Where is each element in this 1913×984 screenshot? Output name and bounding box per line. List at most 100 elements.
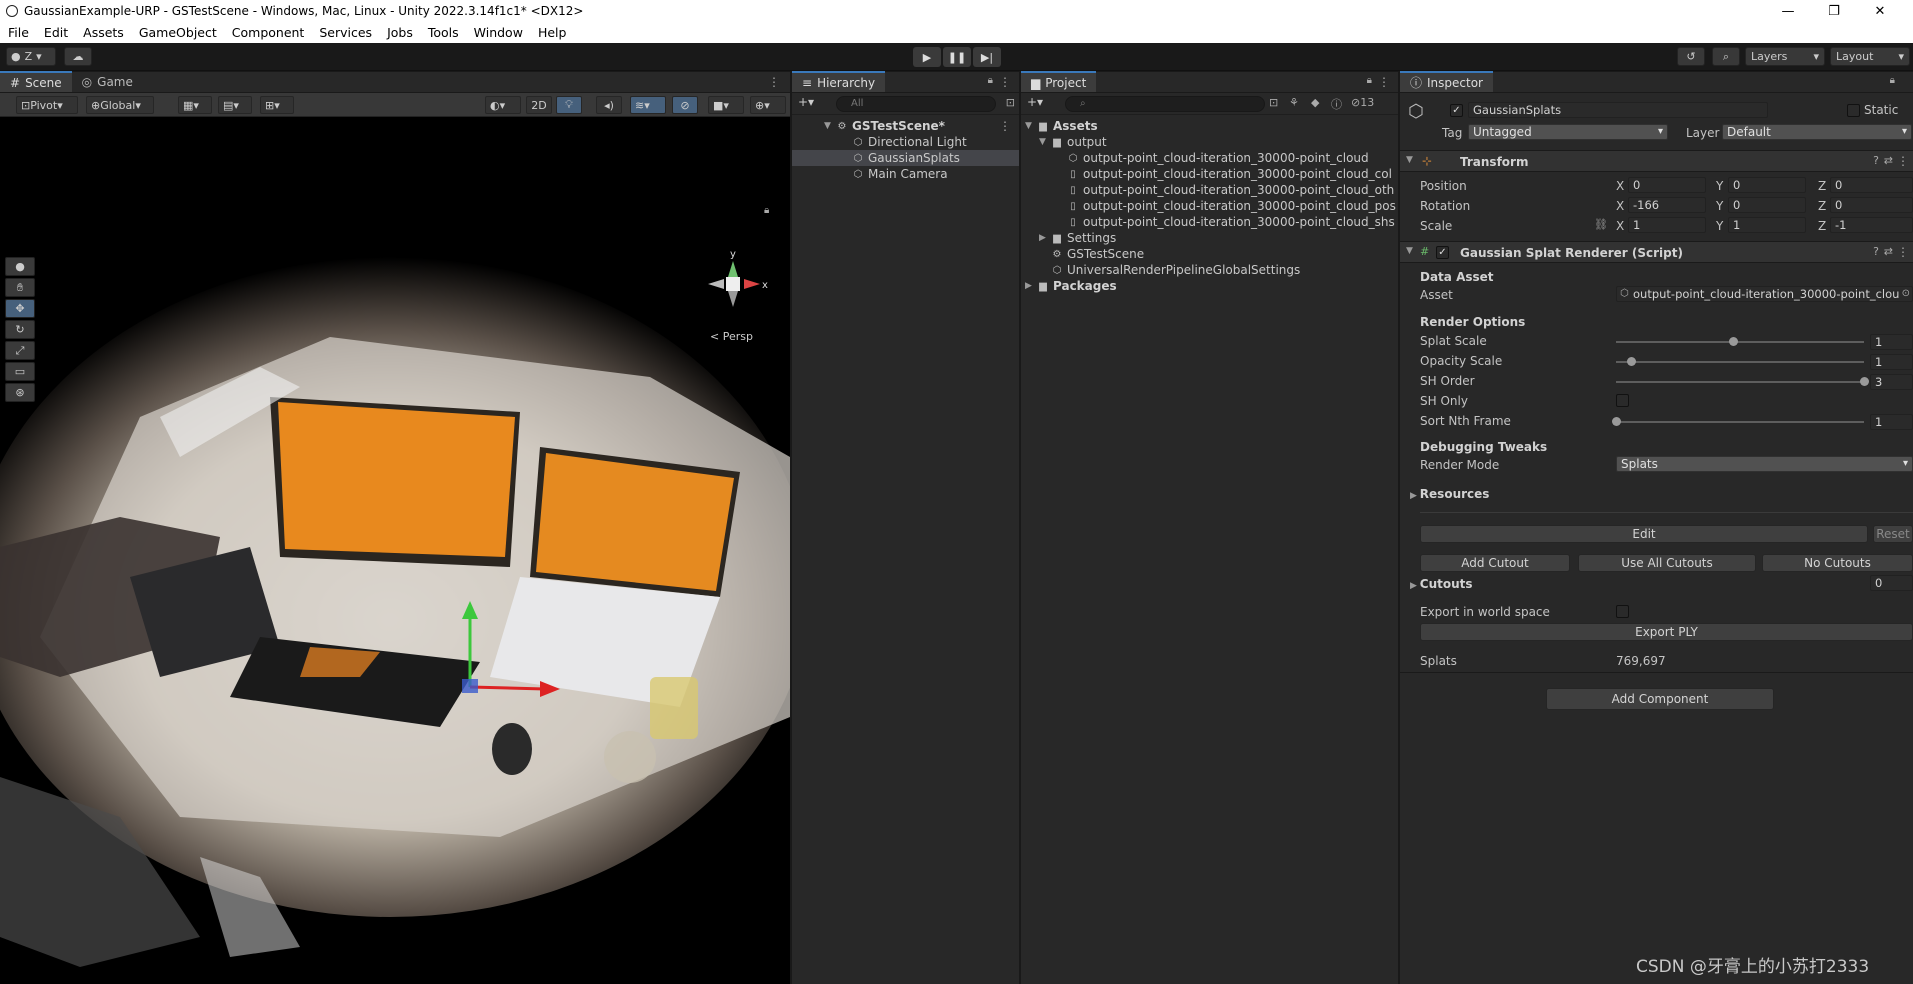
project-file-item[interactable]: ▯ output-point_cloud-iteration_30000-poin… (1067, 198, 1396, 214)
reset-button[interactable]: Reset (1873, 525, 1913, 543)
collapsed-arrow-icon[interactable]: ▶ (1039, 233, 1051, 243)
expand-arrow-icon[interactable]: ▼ (1025, 121, 1037, 131)
menu-file[interactable]: File (0, 25, 36, 40)
grid-visual-button[interactable]: ▤▾ (218, 96, 252, 114)
pivot-dropdown[interactable]: ⊡ Pivot ▾ (16, 96, 78, 114)
position-y-field[interactable]: 0 (1728, 177, 1806, 193)
resources-foldout[interactable]: ▶ Resources (1410, 487, 1489, 501)
hierarchy-item-main-camera[interactable]: ⬡ Main Camera (852, 166, 948, 182)
project-scene-file[interactable]: ⚙ GSTestScene (1051, 246, 1145, 262)
menu-tools[interactable]: Tools (420, 25, 466, 40)
perspective-label[interactable]: < Persp (710, 330, 753, 343)
maximize-button[interactable]: ❐ (1811, 4, 1857, 19)
filter-label-icon[interactable]: ◆ (1311, 96, 1319, 109)
cloud-button[interactable]: ☁ (64, 47, 92, 66)
menu-component[interactable]: Component (224, 25, 312, 40)
tab-game[interactable]: ◎ Game (72, 71, 143, 92)
cutouts-count-field[interactable]: 0 (1870, 575, 1913, 591)
hierarchy-item-directional-light[interactable]: ⬡ Directional Light (852, 134, 967, 150)
active-checkbox[interactable]: ✓ (1450, 104, 1463, 117)
export-ply-button[interactable]: Export PLY (1420, 623, 1913, 641)
minimize-button[interactable]: — (1765, 4, 1811, 19)
lock-icon[interactable]: 🔒︎ (1367, 75, 1372, 86)
kebab-menu-icon[interactable]: ⋮ (1897, 245, 1909, 259)
menu-assets[interactable]: Assets (75, 25, 131, 40)
project-file-item[interactable]: ⬡ output-point_cloud-iteration_30000-poin… (1067, 150, 1369, 166)
object-picker-icon[interactable]: ⊙ (1902, 287, 1910, 301)
menu-gameobject[interactable]: GameObject (131, 25, 224, 40)
static-checkbox[interactable] (1847, 104, 1860, 117)
project-search-input[interactable]: ⌕ (1065, 96, 1265, 112)
lock-icon[interactable]: 🔒︎ (764, 205, 769, 216)
expand-arrow-icon[interactable]: ▼ (1406, 155, 1413, 165)
kebab-menu-icon[interactable]: ⋮ (768, 75, 780, 89)
snap-increment-button[interactable]: ⊞▾ (260, 96, 294, 114)
filter-type-icon[interactable]: ⚘ (1289, 96, 1299, 109)
kebab-menu-icon[interactable]: ⋮ (1897, 154, 1909, 168)
kebab-menu-icon[interactable]: ⋮ (1378, 75, 1390, 89)
add-component-button[interactable]: Add Component (1546, 688, 1774, 710)
lock-icon[interactable]: 🔒︎ (1890, 75, 1895, 86)
scene-kebab-icon[interactable]: ⋮ (999, 119, 1011, 133)
render-mode-dropdown[interactable]: Splats (1616, 456, 1913, 472)
position-x-field[interactable]: 0 (1628, 177, 1706, 193)
use-all-cutouts-button[interactable]: Use All Cutouts (1578, 554, 1756, 572)
account-dropdown[interactable]: ● Z ▾ (6, 47, 56, 66)
sort-nth-slider-track[interactable] (1616, 421, 1864, 423)
scene-viewport[interactable]: ● ✋︎ ✥ ↻ ⤢ ▭ ⊛ y x < Persp 🔒︎ (0, 117, 790, 984)
rect-tool-button[interactable]: ▭ (5, 362, 35, 381)
project-folder-packages[interactable]: ▶ ▆ Packages (1025, 278, 1117, 294)
link-icon[interactable]: ⛓ (1594, 218, 1608, 231)
tab-inspector[interactable]: ⓘ Inspector (1400, 71, 1493, 92)
sort-nth-field[interactable]: 1 (1870, 414, 1913, 430)
no-cutouts-button[interactable]: No Cutouts (1762, 554, 1913, 572)
sort-nth-slider-handle[interactable] (1612, 417, 1621, 426)
tab-scene[interactable]: # Scene (0, 71, 72, 92)
layers-dropdown[interactable]: Layers ▾ (1745, 47, 1825, 66)
global-dropdown[interactable]: ⊕ Global ▾ (86, 96, 154, 114)
object-name-field[interactable]: GaussianSplats (1468, 102, 1768, 118)
menu-edit[interactable]: Edit (36, 25, 75, 40)
rotation-x-field[interactable]: -166 (1628, 197, 1706, 213)
pause-button[interactable]: ❚❚ (943, 47, 971, 67)
scale-tool-button[interactable]: ⤢ (5, 341, 35, 360)
cutouts-foldout[interactable]: ▶ Cutouts (1410, 577, 1473, 591)
tab-hierarchy[interactable]: ≡ Hierarchy (792, 71, 886, 92)
help-icon[interactable]: ? (1873, 245, 1879, 258)
menu-jobs[interactable]: Jobs (379, 25, 420, 40)
toggle-2d-button[interactable]: 2D (526, 96, 552, 114)
expand-arrow-icon[interactable]: ▼ (1406, 246, 1413, 256)
asset-object-field[interactable]: ⬡ output-point_cloud-iteration_30000-poi… (1616, 286, 1913, 302)
component-enabled-checkbox[interactable]: ✓ (1436, 246, 1449, 259)
search-button[interactable]: ⌕ (1712, 47, 1740, 66)
preset-icon[interactable]: ⇄ (1884, 245, 1893, 258)
export-world-space-checkbox[interactable] (1616, 605, 1629, 618)
sh-order-slider-handle[interactable] (1860, 377, 1869, 386)
tag-dropdown[interactable]: Untagged (1468, 124, 1668, 140)
project-urp-settings[interactable]: ⬡ UniversalRenderPipelineGlobalSettings (1051, 262, 1301, 278)
view-tool-button[interactable]: ● (5, 257, 35, 276)
sh-only-checkbox[interactable] (1616, 394, 1629, 407)
rotation-z-field[interactable]: 0 (1830, 197, 1913, 213)
add-object-button[interactable]: +▾ (798, 95, 814, 109)
hierarchy-item-gaussiansplats[interactable]: ⬡ GaussianSplats (852, 150, 960, 166)
grid-snap-button[interactable]: ▦▾ (178, 96, 212, 114)
menu-services[interactable]: Services (311, 25, 379, 40)
lock-icon[interactable]: 🔒︎ (988, 75, 993, 86)
scale-z-field[interactable]: -1 (1830, 217, 1913, 233)
scale-x-field[interactable]: 1 (1628, 217, 1706, 233)
preset-icon[interactable]: ⇄ (1884, 154, 1893, 167)
step-button[interactable]: ▶| (973, 47, 1001, 67)
info-icon[interactable]: ⓘ (1331, 96, 1342, 112)
orientation-gizmo[interactable]: y x (700, 247, 770, 327)
menu-help[interactable]: Help (530, 25, 574, 40)
kebab-menu-icon[interactable]: ⋮ (999, 75, 1011, 89)
project-folder-output[interactable]: ▼ ▆ output (1039, 134, 1107, 150)
search-window-icon[interactable]: ⊡ (1269, 96, 1278, 109)
rotate-tool-button[interactable]: ↻ (5, 320, 35, 339)
opacity-scale-slider-handle[interactable] (1626, 357, 1636, 366)
sh-order-slider-track[interactable] (1616, 381, 1864, 383)
transform-header[interactable]: ▼ ⊹ Transform ? ⇄ ⋮ (1400, 150, 1913, 172)
project-file-item[interactable]: ▯ output-point_cloud-iteration_30000-poin… (1067, 182, 1394, 198)
hidden-objects-toggle[interactable]: ⊘ (672, 96, 698, 114)
